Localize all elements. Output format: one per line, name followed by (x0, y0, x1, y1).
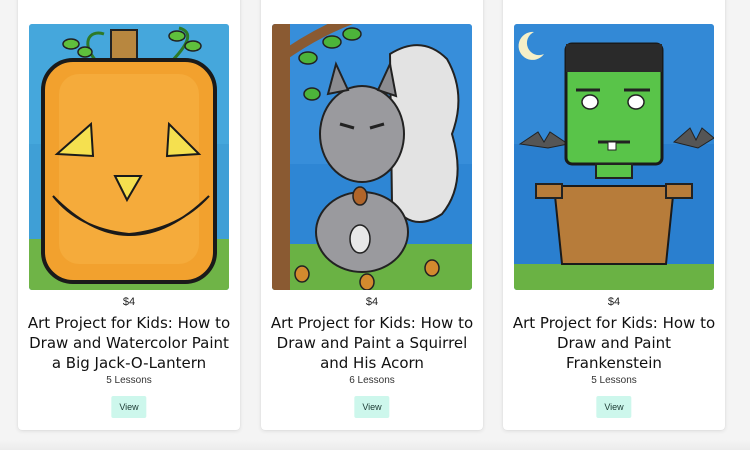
product-title[interactable]: Art Project for Kids: How to Draw and Pa… (511, 313, 717, 373)
frankenstein-painting-icon (514, 24, 714, 290)
view-button[interactable]: View (596, 396, 632, 418)
view-button[interactable]: View (354, 396, 390, 418)
product-price: $4 (122, 296, 136, 308)
product-card: $4 Art Project for Kids: How to Draw and… (18, 0, 240, 430)
product-price: $4 (365, 296, 379, 308)
product-image-squirrel[interactable] (272, 24, 472, 290)
product-title[interactable]: Art Project for Kids: How to Draw and Pa… (269, 313, 475, 373)
jack-o-lantern-painting-icon (29, 24, 229, 290)
page-bottom-edge (0, 440, 750, 450)
lesson-count: 5 Lessons (106, 375, 152, 386)
squirrel-painting-icon (272, 24, 472, 290)
product-card: $4 Art Project for Kids: How to Draw and… (261, 0, 483, 430)
lesson-count: 5 Lessons (591, 375, 637, 386)
view-button[interactable]: View (111, 396, 147, 418)
product-price: $4 (607, 296, 621, 308)
product-image-frankenstein[interactable] (514, 24, 714, 290)
lesson-count: 6 Lessons (349, 375, 395, 386)
product-grid: $4 Art Project for Kids: How to Draw and… (0, 0, 750, 450)
product-card: $4 Art Project for Kids: How to Draw and… (503, 0, 725, 430)
product-image-jack-o-lantern[interactable] (29, 24, 229, 290)
product-title[interactable]: Art Project for Kids: How to Draw and Wa… (26, 313, 232, 373)
